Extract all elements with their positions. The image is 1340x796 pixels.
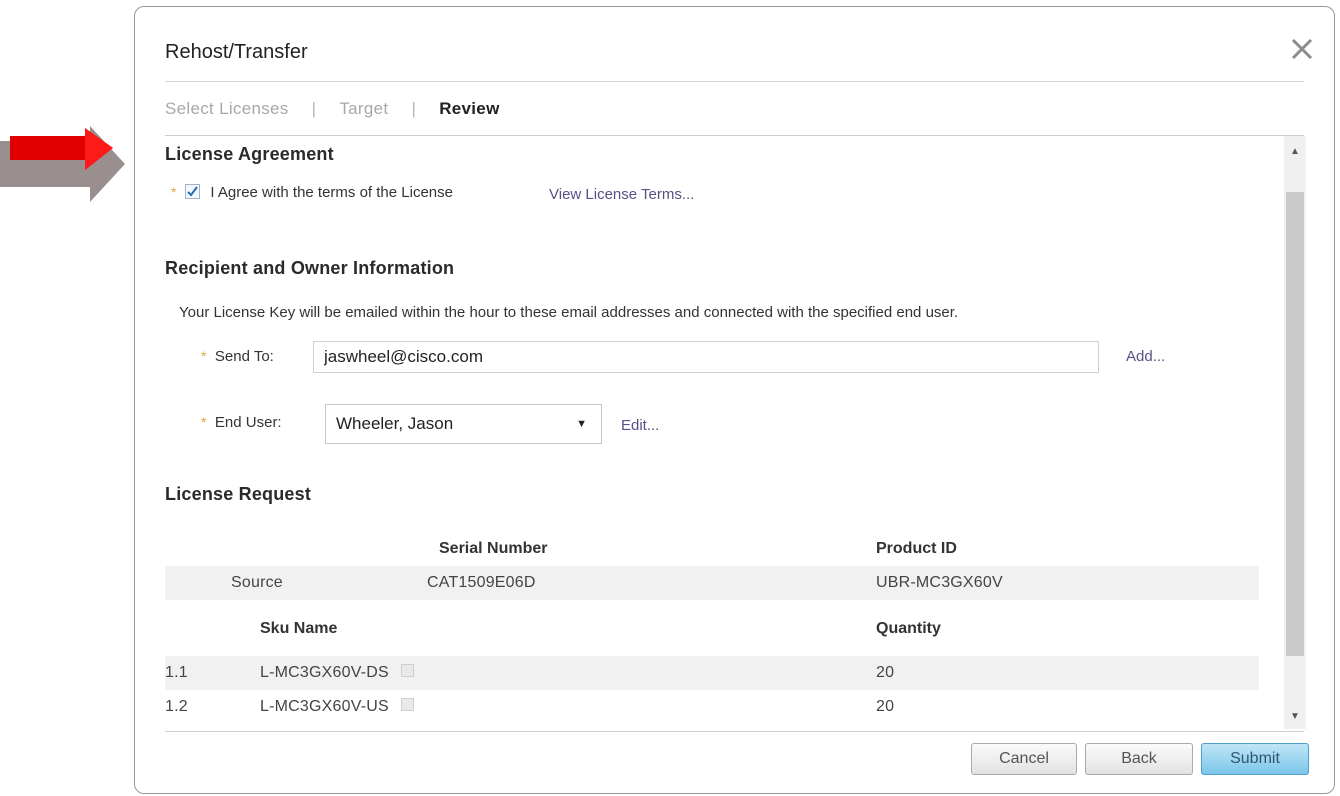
sku-index: 1.1	[165, 664, 188, 681]
title-divider	[165, 81, 1304, 82]
source-serial: CAT1509E06D	[427, 574, 536, 591]
scroll-up-arrow-icon[interactable]: ▲	[1284, 140, 1306, 162]
dialog-title: Rehost/Transfer	[165, 41, 308, 63]
end-user-value: Wheeler, Jason	[336, 414, 454, 433]
content-scrollbar[interactable]: ▲ ▼	[1284, 136, 1306, 729]
sku-details-icon[interactable]	[400, 664, 414, 678]
required-star-icon: *	[201, 348, 207, 364]
submit-button[interactable]: Submit	[1201, 743, 1309, 775]
close-icon[interactable]	[1288, 35, 1316, 63]
send-to-input[interactable]	[313, 341, 1099, 373]
red-arrow-icon	[0, 126, 125, 202]
sku-quantity: 20	[876, 698, 895, 715]
send-to-label: Send To:	[214, 348, 274, 365]
sku-name: L-MC3GX60V-DS	[260, 664, 414, 682]
source-product-id: UBR-MC3GX60V	[876, 574, 1003, 591]
wizard-steps: Select Licenses | Target | Review	[165, 99, 500, 119]
sku-name-text: L-MC3GX60V-DS	[260, 664, 389, 681]
agree-label: I Agree with the terms of the License	[210, 184, 453, 201]
required-star-icon: *	[201, 414, 207, 430]
serial-number-header: Serial Number	[439, 540, 548, 557]
sku-quantity: 20	[876, 664, 895, 681]
agreement-row: * I Agree with the terms of the License	[171, 184, 453, 202]
dropdown-caret-icon: ▼	[576, 418, 587, 430]
back-button[interactable]: Back	[1085, 743, 1193, 775]
source-row	[165, 566, 1259, 600]
view-license-terms-link[interactable]: View License Terms...	[549, 186, 694, 203]
product-id-header: Product ID	[876, 540, 957, 557]
dialog-content: License Agreement * I Agree with the ter…	[165, 136, 1293, 729]
scroll-down-arrow-icon[interactable]: ▼	[1284, 705, 1306, 727]
send-to-label-row: * Send To:	[201, 348, 274, 366]
quantity-header: Quantity	[876, 620, 941, 637]
license-request-title: License Request	[165, 484, 312, 504]
source-label: Source	[231, 574, 283, 591]
step-target[interactable]: Target	[339, 99, 388, 119]
recipient-owner-title: Recipient and Owner Information	[165, 258, 455, 278]
required-star-icon: *	[171, 184, 177, 200]
agree-checkbox[interactable]	[184, 184, 200, 200]
end-user-label-row: * End User:	[201, 414, 282, 432]
sku-details-icon[interactable]	[400, 698, 414, 712]
step-separator: |	[311, 99, 317, 118]
sku-name-header: Sku Name	[260, 620, 338, 637]
sku-index: 1.2	[165, 698, 188, 715]
footer-divider	[165, 731, 1304, 732]
sku-name: L-MC3GX60V-US	[260, 698, 414, 716]
license-agreement-title: License Agreement	[165, 144, 334, 164]
cancel-button[interactable]: Cancel	[971, 743, 1077, 775]
sku-name-text: L-MC3GX60V-US	[260, 698, 389, 715]
rehost-transfer-dialog: Rehost/Transfer Select Licenses | Target…	[134, 6, 1335, 794]
edit-end-user-link[interactable]: Edit...	[621, 417, 659, 434]
end-user-select[interactable]: Wheeler, Jason ▼	[325, 404, 602, 444]
step-select-licenses[interactable]: Select Licenses	[165, 99, 289, 119]
scrollbar-thumb[interactable]	[1286, 192, 1304, 656]
end-user-label: End User:	[214, 414, 282, 431]
step-separator: |	[411, 99, 417, 118]
add-email-link[interactable]: Add...	[1126, 348, 1165, 365]
step-review[interactable]: Review	[439, 99, 499, 119]
recipient-description: Your License Key will be emailed within …	[179, 304, 959, 321]
